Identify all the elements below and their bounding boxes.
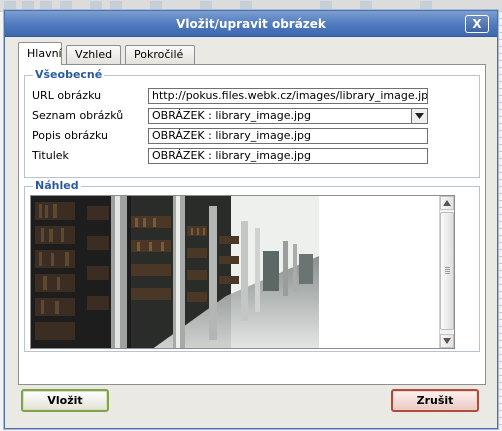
preview-fieldset: Náhled — [24, 179, 480, 352]
image-dialog: Vložit/upravit obrázek X Hlavní Vzhled P… — [4, 10, 498, 429]
preview-legend: Náhled — [33, 179, 81, 192]
library-image-preview — [31, 196, 319, 348]
tab-main[interactable]: Hlavní — [18, 42, 62, 65]
chevron-down-icon[interactable] — [411, 109, 427, 123]
close-icon: X — [472, 17, 482, 31]
description-label: Popis obrázku — [32, 129, 108, 142]
close-button[interactable]: X — [465, 15, 489, 33]
tab-appearance[interactable]: Vzhled — [66, 45, 121, 64]
url-label: URL obrázku — [32, 89, 102, 102]
insert-button[interactable]: Vložit — [21, 389, 109, 412]
image-list-label: Seznam obrázků — [32, 109, 124, 122]
grip-icon — [445, 267, 450, 274]
title-input[interactable]: OBRÁZEK : library_image.jpg — [148, 148, 428, 164]
title-label: Titulek — [32, 149, 69, 162]
image-list-select[interactable]: OBRÁZEK : library_image.jpg — [148, 108, 428, 124]
image-list-value: OBRÁZEK : library_image.jpg — [152, 109, 311, 122]
tab-advanced[interactable]: Pokročilé — [125, 45, 195, 64]
general-legend: Všeobecné — [33, 68, 105, 81]
tab-panel-main: Všeobecné URL obrázku http://pokus.files… — [18, 64, 486, 385]
arrow-up-icon[interactable] — [440, 196, 454, 210]
cancel-button[interactable]: Zrušit — [391, 389, 479, 412]
dialog-title: Vložit/upravit obrázek — [176, 17, 326, 31]
scrollbar-thumb[interactable] — [440, 212, 454, 330]
url-input[interactable]: http://pokus.files.webk.cz/images/librar… — [148, 88, 428, 104]
arrow-down-icon[interactable] — [440, 334, 454, 348]
dialog-titlebar[interactable]: Vložit/upravit obrázek X — [5, 11, 497, 37]
description-input[interactable]: OBRÁZEK : library_image.jpg — [148, 128, 428, 144]
preview-area — [30, 195, 455, 349]
general-fieldset: Všeobecné URL obrázku http://pokus.files… — [24, 68, 480, 178]
preview-scrollbar[interactable] — [439, 196, 454, 348]
